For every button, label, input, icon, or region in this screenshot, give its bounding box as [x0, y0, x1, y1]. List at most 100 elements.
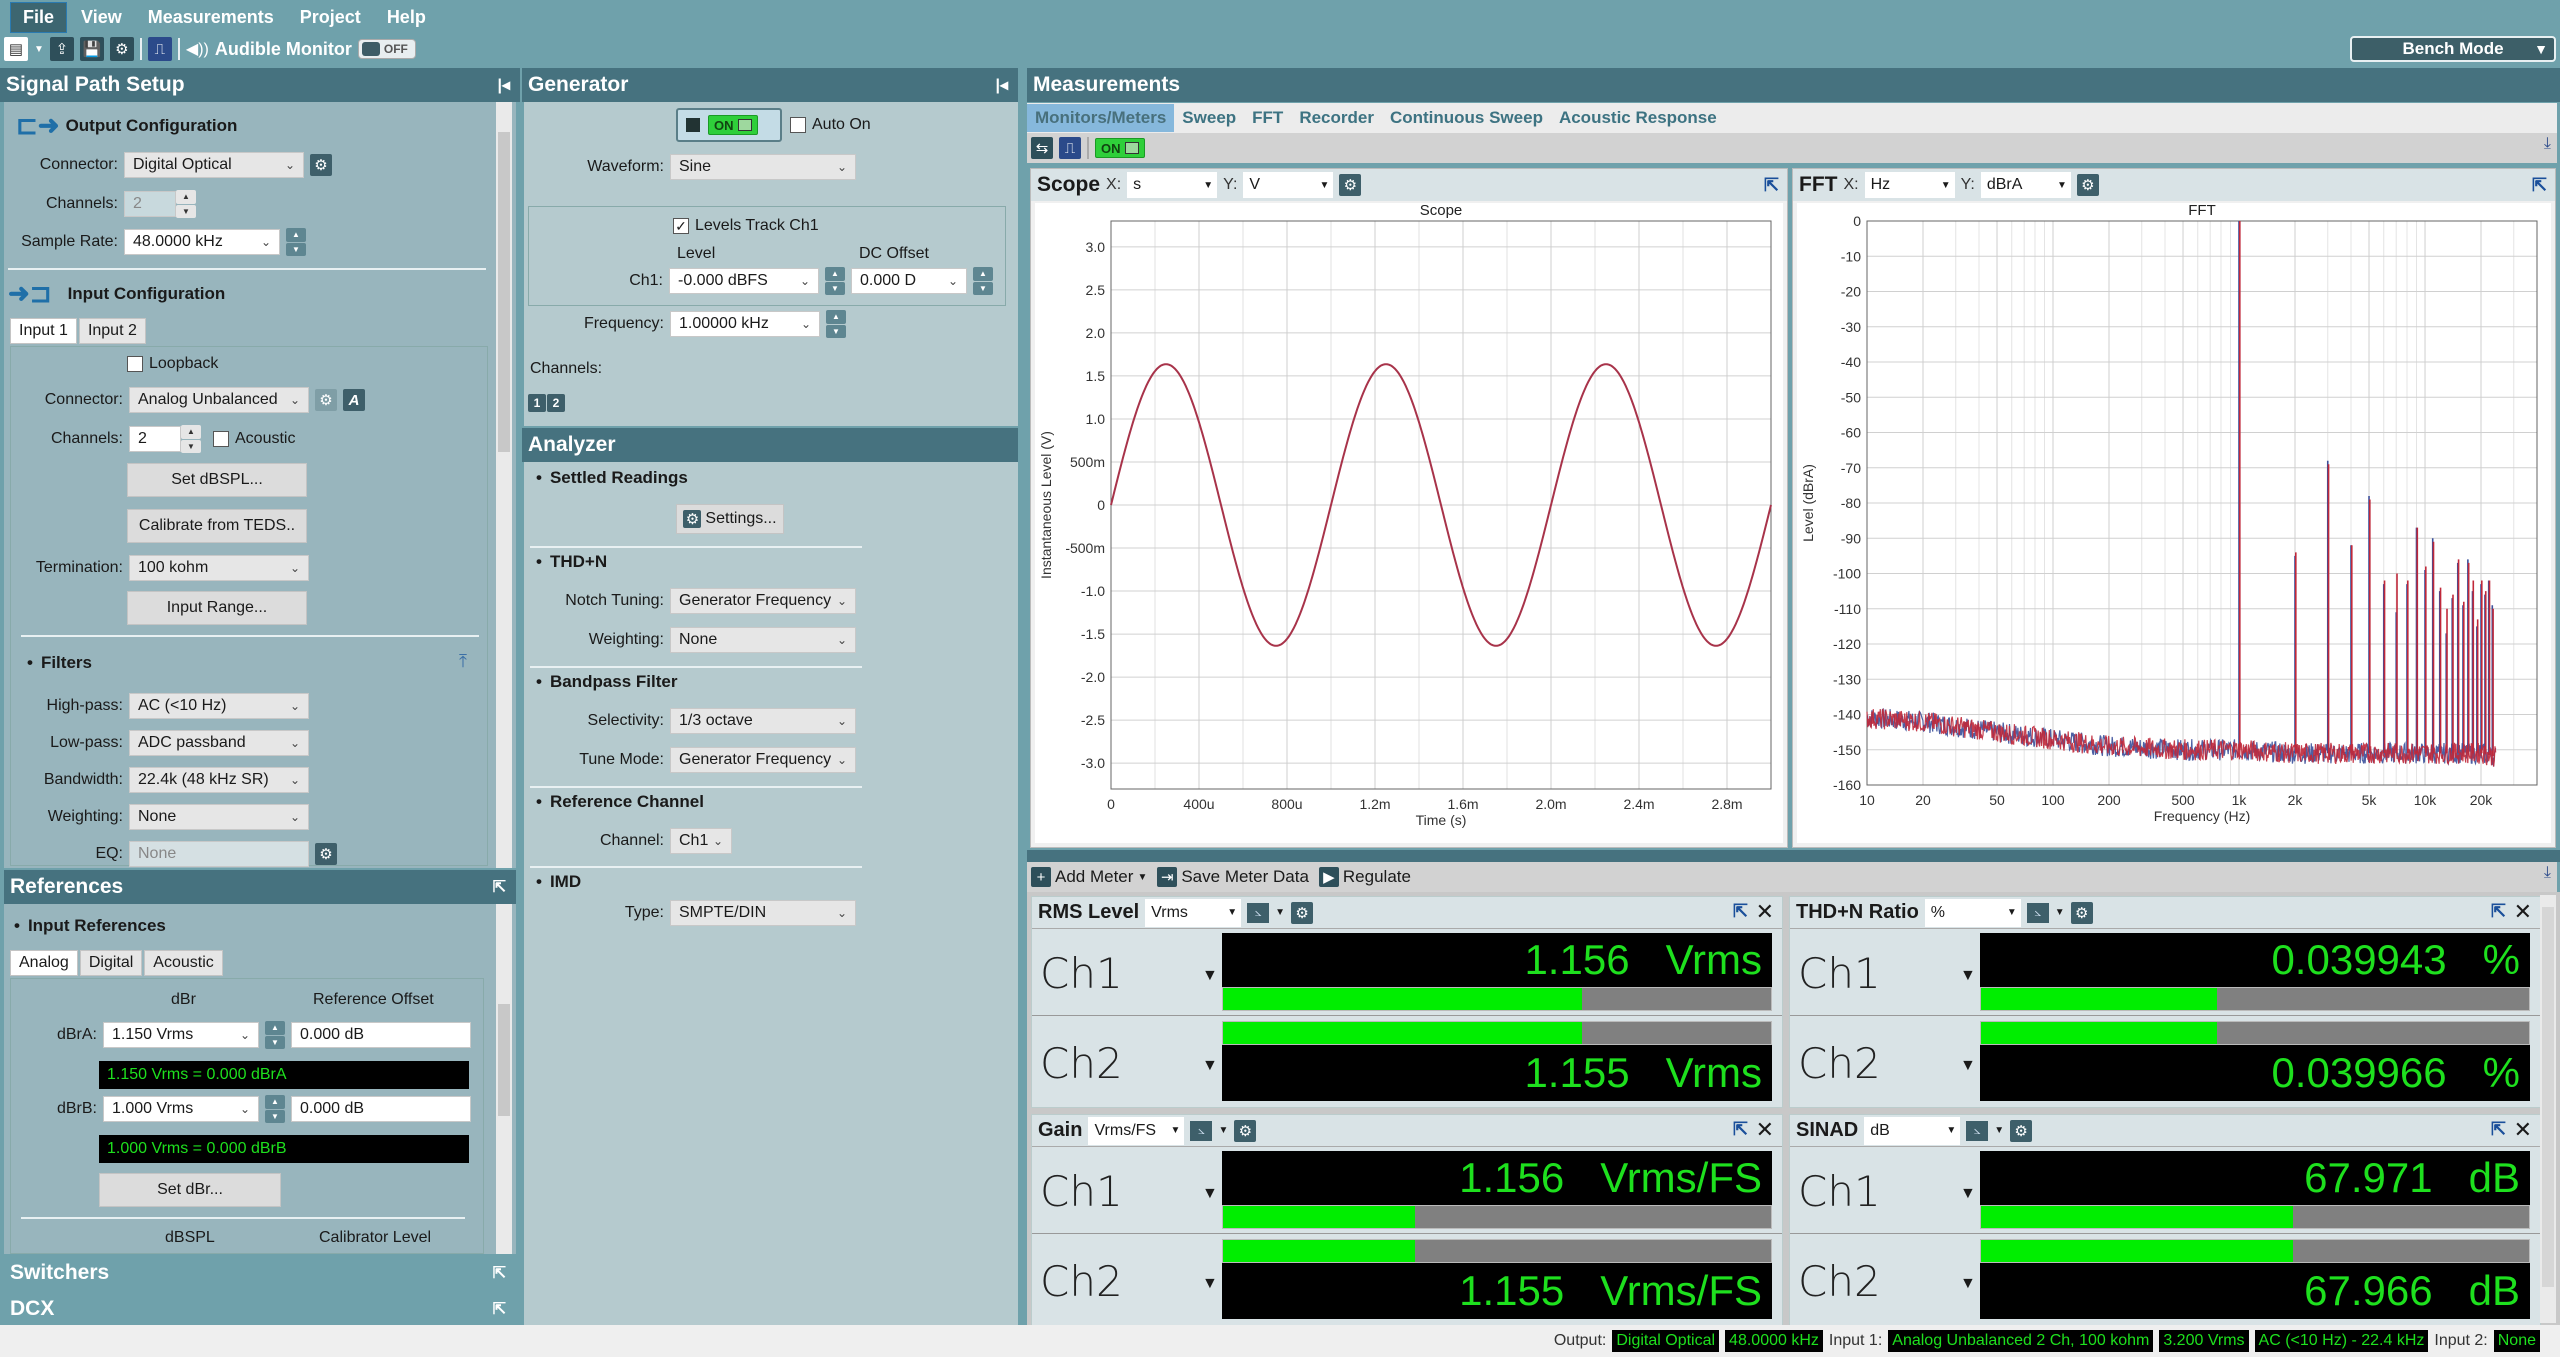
- regulate-button[interactable]: ▶ Regulate: [1318, 867, 1411, 887]
- input-connector-select[interactable]: Analog Unbalanced ⌄: [129, 387, 309, 413]
- highpass-select[interactable]: AC (<10 Hz) ⌄: [129, 693, 309, 719]
- set-dbspl-button[interactable]: Set dBSPL...: [127, 463, 307, 497]
- set-dbr-button[interactable]: Set dBr...: [99, 1173, 281, 1207]
- dbrb-stepper[interactable]: ▲ ▼: [265, 1095, 285, 1123]
- ch1-level-select[interactable]: -0.000 dBFS ⌄: [669, 268, 819, 294]
- close-icon[interactable]: ✕: [2514, 899, 2532, 925]
- save-project-icon[interactable]: 💾: [79, 37, 104, 61]
- settings-gear-icon[interactable]: ⚙: [109, 37, 134, 61]
- output-connector-gear-icon[interactable]: ⚙: [310, 154, 332, 176]
- tab-monitors-meters[interactable]: Monitors/Meters: [1027, 104, 1175, 132]
- channel-dropdown-icon[interactable]: ▼: [1202, 1275, 1218, 1293]
- auto-on-checkbox[interactable]: [790, 117, 806, 133]
- dbra-select[interactable]: 1.150 Vrms ⌄: [103, 1022, 259, 1048]
- tab-acoustic-response[interactable]: Acoustic Response: [1551, 104, 1725, 132]
- selectivity-select[interactable]: 1/3 octave ⌄: [670, 708, 856, 734]
- open-project-icon[interactable]: ⇪: [49, 37, 74, 61]
- filter-weighting-select[interactable]: None ⌄: [129, 804, 309, 830]
- ch1-dc-select[interactable]: 0.000 D ⌄: [851, 268, 967, 294]
- popout-icon[interactable]: ⇱: [493, 1299, 506, 1319]
- channel-dropdown-icon[interactable]: ▼: [1960, 1185, 1976, 1203]
- collapse-panel-icon[interactable]: |◂: [497, 75, 510, 95]
- meter-unit-select[interactable]: Vrms/FS ▼: [1088, 1116, 1185, 1145]
- pin-icon[interactable]: ⤓: [2544, 864, 2551, 882]
- sample-rate-stepper[interactable]: ▲ ▼: [286, 228, 306, 256]
- menu-project[interactable]: Project: [288, 3, 373, 32]
- audible-monitor-toggle[interactable]: OFF: [357, 39, 416, 59]
- meter-settings-gear-icon[interactable]: ⚙: [1234, 1119, 1257, 1142]
- calibrate-teds-button[interactable]: Calibrate from TEDS..: [127, 509, 307, 543]
- close-icon[interactable]: ✕: [1756, 1117, 1774, 1143]
- input-channels-input[interactable]: 2: [129, 426, 181, 452]
- input-range-button[interactable]: Input Range...: [127, 591, 307, 625]
- channel-dropdown-icon[interactable]: ▼: [1960, 1057, 1976, 1075]
- settled-settings-button[interactable]: ⚙ Settings...: [676, 504, 784, 534]
- tab-analog[interactable]: Analog: [10, 950, 78, 976]
- chevron-down-icon[interactable]: ▼: [2055, 907, 2065, 918]
- channel-dropdown-icon[interactable]: ▼: [1202, 967, 1218, 985]
- graph-view-icon[interactable]: ⦣: [1190, 1120, 1213, 1141]
- graph-view-icon[interactable]: ⦣: [2026, 902, 2049, 923]
- scope-x-unit-select[interactable]: s ▼: [1127, 172, 1218, 198]
- scope-settings-gear-icon[interactable]: ⚙: [1339, 174, 1362, 196]
- new-dropdown-icon[interactable]: ▼: [34, 44, 44, 55]
- swap-icon[interactable]: ⇆: [1031, 137, 1053, 159]
- save-meter-data-button[interactable]: ⇥ Save Meter Data: [1157, 867, 1309, 887]
- tab-input-2[interactable]: Input 2: [78, 318, 146, 344]
- signal-path-scrollbar[interactable]: [496, 102, 512, 868]
- fft-x-unit-select[interactable]: Hz ▼: [1864, 172, 1955, 198]
- tab-fft[interactable]: FFT: [1244, 104, 1291, 132]
- fft-y-unit-select[interactable]: dBrA ▼: [1980, 172, 2071, 198]
- ch1-dc-stepper[interactable]: ▲ ▼: [973, 267, 993, 295]
- gen-channel-2-button[interactable]: 2: [547, 394, 565, 412]
- termination-select[interactable]: 100 kohm ⌄: [129, 555, 309, 581]
- mode-select[interactable]: Bench Mode ▼: [2350, 36, 2556, 62]
- tab-acoustic[interactable]: Acoustic: [144, 950, 223, 976]
- dbrb-offset-input[interactable]: 0.000 dB: [291, 1096, 471, 1122]
- notch-tuning-select[interactable]: Generator Frequency ⌄: [670, 588, 856, 614]
- meters-scrollbar[interactable]: [2540, 895, 2556, 1323]
- chevron-down-icon[interactable]: ▼: [1994, 1125, 2004, 1136]
- chevron-down-icon[interactable]: ▼: [1218, 1125, 1228, 1136]
- channel-dropdown-icon[interactable]: ▼: [1960, 1275, 1976, 1293]
- monitors-on-toggle[interactable]: ON: [1095, 138, 1145, 158]
- input-channels-stepper[interactable]: ▲ ▼: [181, 425, 201, 453]
- popout-icon[interactable]: ⇱: [1733, 1119, 1748, 1140]
- frequency-select[interactable]: 1.00000 kHz ⌄: [670, 311, 820, 337]
- graph-view-icon[interactable]: ⦣: [1247, 902, 1270, 923]
- bandwidth-select[interactable]: 22.4k (48 kHz SR) ⌄: [129, 767, 309, 793]
- tab-digital[interactable]: Digital: [79, 950, 143, 976]
- channel-dropdown-icon[interactable]: ▼: [1202, 1057, 1218, 1075]
- lowpass-select[interactable]: ADC passband ⌄: [129, 730, 309, 756]
- popout-icon[interactable]: ⇱: [2491, 901, 2506, 922]
- levels-track-checkbox[interactable]: [673, 218, 689, 234]
- menu-file[interactable]: File: [10, 1, 68, 33]
- meter-settings-gear-icon[interactable]: ⚙: [1291, 901, 1314, 924]
- tune-mode-select[interactable]: Generator Frequency ⌄: [670, 747, 856, 773]
- dbrb-select[interactable]: 1.000 Vrms ⌄: [103, 1096, 259, 1122]
- popout-icon[interactable]: ⇱: [1733, 901, 1748, 922]
- meter-unit-select[interactable]: % ▼: [1924, 898, 2021, 927]
- fft-settings-gear-icon[interactable]: ⚙: [2076, 174, 2099, 196]
- dbra-offset-input[interactable]: 0.000 dB: [291, 1022, 471, 1048]
- collapse-panel-icon[interactable]: |◂: [995, 75, 1008, 95]
- splitter[interactable]: [1027, 850, 2560, 862]
- channel-dropdown-icon[interactable]: ▼: [1202, 1185, 1218, 1203]
- output-channels-input[interactable]: 2: [124, 191, 176, 217]
- loopback-checkbox[interactable]: [127, 356, 143, 372]
- popout-icon[interactable]: ⇱: [493, 877, 506, 897]
- popout-icon[interactable]: ⇱: [1764, 175, 1779, 196]
- gen-channel-1-button[interactable]: 1: [528, 394, 546, 412]
- collapse-section-icon[interactable]: ⤒: [459, 651, 467, 672]
- eq-input[interactable]: None: [129, 841, 309, 867]
- dcx-header[interactable]: DCX ⇱: [4, 1292, 516, 1326]
- references-scrollbar[interactable]: [496, 904, 512, 1254]
- channel-dropdown-icon[interactable]: ▼: [1960, 967, 1976, 985]
- dbra-stepper[interactable]: ▲ ▼: [265, 1021, 285, 1049]
- meter-unit-select[interactable]: Vrms ▼: [1145, 898, 1242, 927]
- popout-icon[interactable]: ⇱: [2532, 175, 2547, 196]
- add-meter-button[interactable]: + Add Meter ▼: [1031, 867, 1147, 887]
- frequency-stepper[interactable]: ▲ ▼: [826, 310, 846, 338]
- output-connector-select[interactable]: Digital Optical ⌄: [124, 152, 304, 178]
- tab-continuous-sweep[interactable]: Continuous Sweep: [1382, 104, 1551, 132]
